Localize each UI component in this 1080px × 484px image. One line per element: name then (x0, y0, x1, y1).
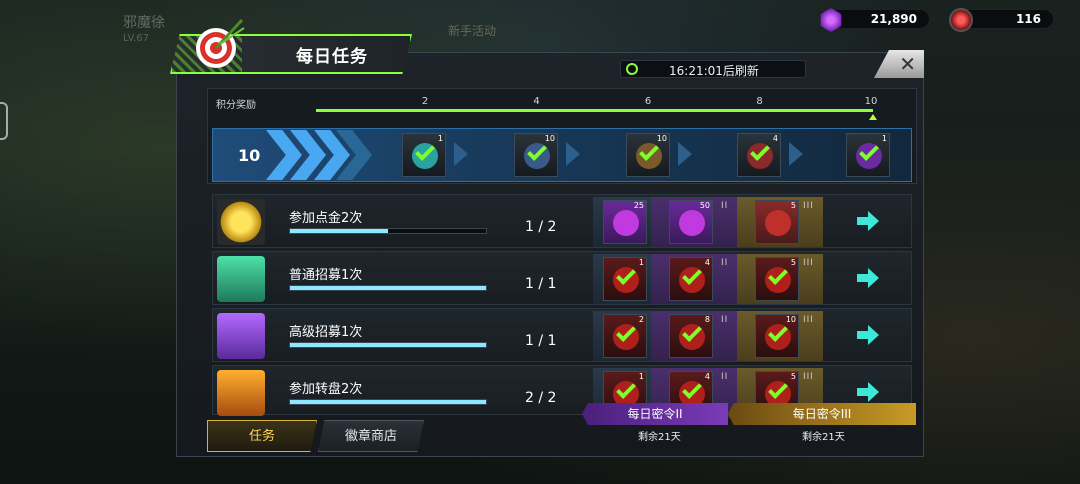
currency-tokens-value: 116 (1015, 12, 1041, 26)
task-progress-bar (289, 285, 487, 291)
panel-title: 每日任务 (296, 47, 368, 67)
points-marker-icon (869, 114, 877, 120)
tab-tasks[interactable]: 任务 (207, 420, 317, 452)
slot-777-icon (217, 370, 265, 416)
reward-count: 1 (638, 258, 644, 267)
task-name: 普通招募1次 (289, 268, 363, 283)
reward-count: 4 (704, 372, 710, 381)
reward-count: 10 (544, 134, 555, 143)
refresh-timer-text: 16:21:01后刷新 (669, 64, 759, 78)
points-reward-item[interactable]: 10 (626, 133, 670, 177)
reward-count: 10 (656, 134, 667, 143)
red-token-icon (765, 210, 791, 236)
task-name: 高级招募1次 (289, 325, 363, 340)
gold-coin-icon (217, 199, 265, 245)
task-progress-text: 1 / 1 (525, 333, 557, 349)
points-reward-item[interactable]: 1 (846, 133, 890, 177)
currency-gems-value: 21,890 (870, 12, 917, 26)
task-row: 普通招募1次 1 / 1 II III 1 4 5 (212, 251, 912, 305)
task-reward-item[interactable]: 5 (755, 257, 799, 301)
tier-mark: II (721, 201, 729, 211)
tier-mark: III (803, 258, 814, 268)
reward-count: 4 (704, 258, 710, 267)
reward-count: 25 (633, 201, 644, 210)
tier-mark: III (803, 315, 814, 325)
side-handle[interactable] (0, 102, 8, 140)
refresh-timer: 16:21:01后刷新 (620, 60, 806, 78)
reward-count: 1 (437, 134, 443, 143)
task-name: 参加点金2次 (289, 211, 363, 226)
currency-tokens[interactable]: 116 (949, 8, 1054, 32)
task-progress-bar (289, 399, 487, 405)
go-arrow-icon[interactable] (857, 268, 879, 288)
pass-tier-3[interactable]: 每日密令III (728, 403, 916, 425)
reward-count: 8 (704, 315, 710, 324)
reward-count: 50 (699, 201, 710, 210)
task-progress-fill (290, 400, 486, 404)
task-row: 参加点金2次 1 / 2 II III 25 50 5 (212, 194, 912, 248)
task-reward-item[interactable]: 4 (669, 257, 713, 301)
go-arrow-icon[interactable] (857, 325, 879, 345)
tab-badge-shop[interactable]: 徽章商店 (318, 420, 424, 452)
points-reward-item[interactable]: 10 (514, 133, 558, 177)
task-reward-item[interactable]: 25 (603, 200, 647, 244)
task-reward-item[interactable]: 8 (669, 314, 713, 358)
pass-tier-3-remaining: 剩余21天 (802, 432, 845, 443)
points-reward-item[interactable]: 1 (402, 133, 446, 177)
purple-gem-icon (679, 210, 705, 236)
background-player-level: LV.67 (123, 33, 149, 44)
tier-mark: II (721, 315, 729, 325)
points-current: 10 (238, 146, 261, 165)
purple-chest-icon (217, 313, 265, 359)
points-tick: 4 (533, 96, 540, 107)
reward-count: 4 (772, 134, 778, 143)
points-reward-item[interactable]: 4 (737, 133, 781, 177)
points-progress-fill (316, 109, 873, 112)
task-name: 参加转盘2次 (289, 382, 363, 397)
points-tick: 6 (644, 96, 652, 107)
reward-count: 1 (881, 134, 887, 143)
red-token-icon (949, 8, 973, 32)
points-label: 积分奖励 (216, 100, 256, 111)
task-reward-item[interactable]: 10 (755, 314, 799, 358)
pass-tier-2-remaining: 剩余21天 (638, 432, 681, 443)
task-progress-fill (290, 229, 388, 233)
archery-target-icon (196, 18, 245, 68)
tier-mark: III (803, 201, 814, 211)
task-row: 高级招募1次 1 / 1 II III 2 8 10 (212, 308, 912, 362)
purple-gem-icon (613, 210, 639, 236)
background-event-label: 新手活动 (448, 24, 497, 38)
task-reward-item[interactable]: 1 (603, 257, 647, 301)
tier-mark: II (721, 258, 729, 268)
go-arrow-icon[interactable] (857, 211, 879, 231)
task-reward-item[interactable]: 50 (669, 200, 713, 244)
task-progress-fill (290, 286, 486, 290)
points-tick: 2 (421, 96, 429, 107)
currency-gems[interactable]: 21,890 (820, 8, 930, 32)
task-reward-item[interactable]: 2 (603, 314, 647, 358)
reward-count: 5 (790, 258, 796, 267)
tier-mark: II (721, 372, 729, 382)
green-chest-icon (217, 256, 265, 302)
pass-tier-2[interactable]: 每日密令II (582, 403, 728, 425)
reward-count: 10 (785, 315, 796, 324)
points-tick: 10 (864, 96, 878, 107)
clock-icon (626, 63, 638, 75)
tier-mark: III (803, 372, 814, 382)
task-progress-text: 1 / 2 (525, 219, 557, 235)
task-progress-bar (289, 342, 487, 348)
task-progress-fill (290, 343, 486, 347)
background-player-name: 邪魔徐 (123, 15, 165, 31)
reward-count: 2 (638, 315, 644, 324)
task-progress-bar (289, 228, 487, 234)
task-reward-item[interactable]: 5 (755, 200, 799, 244)
task-progress-text: 1 / 1 (525, 276, 557, 292)
task-progress-text: 2 / 2 (525, 390, 557, 406)
go-arrow-icon[interactable] (857, 382, 879, 402)
reward-count: 5 (790, 372, 796, 381)
reward-count: 1 (638, 372, 644, 381)
reward-count: 5 (790, 201, 796, 210)
points-tick: 8 (756, 96, 763, 107)
